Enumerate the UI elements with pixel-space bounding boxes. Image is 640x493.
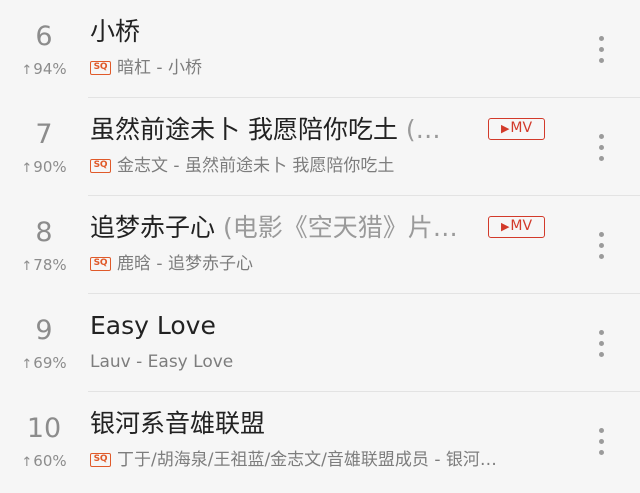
song-row[interactable]: 8 ↑78% 追梦赤子心 (电影《空天猎》片… ▶MV SQ 鹿晗 - 追梦赤子… <box>0 196 640 294</box>
artist-album-text: 鹿晗 - 追梦赤子心 <box>117 254 253 274</box>
song-title: 小桥 <box>90 15 140 49</box>
more-options-button[interactable] <box>590 328 614 358</box>
sq-badge: SQ <box>90 61 111 75</box>
artist-album-text: 金志文 - 虽然前途未卜 我愿陪你吃土 <box>117 156 395 176</box>
song-title-suffix: (电影《空天猎》片… <box>215 213 458 242</box>
artist-album-text: 丁于/胡海泉/王祖蓝/金志文/音雄联盟成员 - 银河… <box>117 450 497 470</box>
song-title: 虽然前途未卜 我愿陪你吃土 (… <box>90 113 441 147</box>
artist-album-text: 暗杠 - 小桥 <box>117 58 202 78</box>
mv-button[interactable]: ▶MV <box>488 216 545 238</box>
play-icon: ▶ <box>500 220 510 233</box>
more-options-button[interactable] <box>590 34 614 64</box>
song-title-main: Easy Love <box>90 311 216 340</box>
song-title-main: 银河系音雄联盟 <box>90 409 266 438</box>
sq-badge: SQ <box>90 159 111 173</box>
song-row[interactable]: 9 ↑69% Easy Love Lauv - Easy Love <box>0 294 640 392</box>
mv-label: MV <box>510 218 533 234</box>
trend-percent: 90% <box>33 158 67 176</box>
song-subtitle: SQ 丁于/胡海泉/王祖蓝/金志文/音雄联盟成员 - 银河… <box>90 449 497 471</box>
trend-indicator: ↑60% <box>0 452 88 472</box>
mv-button[interactable]: ▶MV <box>488 118 545 140</box>
trend-indicator: ↑90% <box>0 158 88 178</box>
song-title: 银河系音雄联盟 <box>90 407 265 441</box>
arrow-up-icon: ↑ <box>21 161 33 176</box>
song-row[interactable]: 10 ↑60% 银河系音雄联盟 SQ 丁于/胡海泉/王祖蓝/金志文/音雄联盟成员… <box>0 392 640 490</box>
artist-album-text: Lauv - Easy Love <box>90 352 234 372</box>
song-title-main: 追梦赤子心 <box>90 213 216 242</box>
song-subtitle: SQ 金志文 - 虽然前途未卜 我愿陪你吃土 <box>90 155 394 177</box>
song-ranking-list: 6 ↑94% 小桥 SQ 暗杠 - 小桥 7 ↑90% 虽然前途未卜 我愿陪你吃… <box>0 0 640 493</box>
song-title: 追梦赤子心 (电影《空天猎》片… <box>90 211 458 245</box>
rank-number: 9 <box>35 315 53 346</box>
song-title-main: 虽然前途未卜 我愿陪你吃土 <box>90 115 398 144</box>
trend-percent: 78% <box>33 256 67 274</box>
song-subtitle: SQ 暗杠 - 小桥 <box>90 57 202 79</box>
trend-percent: 60% <box>33 452 67 470</box>
arrow-up-icon: ↑ <box>21 357 33 372</box>
trend-indicator: ↑69% <box>0 354 88 374</box>
song-subtitle: Lauv - Easy Love <box>90 351 233 373</box>
rank-number: 6 <box>35 21 53 52</box>
trend-percent: 69% <box>33 354 67 372</box>
song-title-suffix: (… <box>397 115 441 144</box>
sq-badge: SQ <box>90 257 111 271</box>
song-row[interactable]: 7 ↑90% 虽然前途未卜 我愿陪你吃土 (… ▶MV SQ 金志文 - 虽然前… <box>0 98 640 196</box>
trend-indicator: ↑94% <box>0 60 88 80</box>
more-options-button[interactable] <box>590 230 614 260</box>
play-icon: ▶ <box>500 122 510 135</box>
rank-number: 8 <box>35 217 53 248</box>
song-title: Easy Love <box>90 309 216 343</box>
song-row[interactable]: 6 ↑94% 小桥 SQ 暗杠 - 小桥 <box>0 0 640 98</box>
more-options-button[interactable] <box>590 426 614 456</box>
rank-number: 7 <box>35 119 53 150</box>
trend-percent: 94% <box>33 60 67 78</box>
sq-badge: SQ <box>90 453 111 467</box>
more-options-button[interactable] <box>590 132 614 162</box>
mv-label: MV <box>510 120 533 136</box>
rank-number: 10 <box>26 413 62 444</box>
trend-indicator: ↑78% <box>0 256 88 276</box>
song-title-main: 小桥 <box>90 17 141 46</box>
arrow-up-icon: ↑ <box>21 63 33 78</box>
song-subtitle: SQ 鹿晗 - 追梦赤子心 <box>90 253 253 275</box>
arrow-up-icon: ↑ <box>21 259 33 274</box>
arrow-up-icon: ↑ <box>21 455 33 470</box>
